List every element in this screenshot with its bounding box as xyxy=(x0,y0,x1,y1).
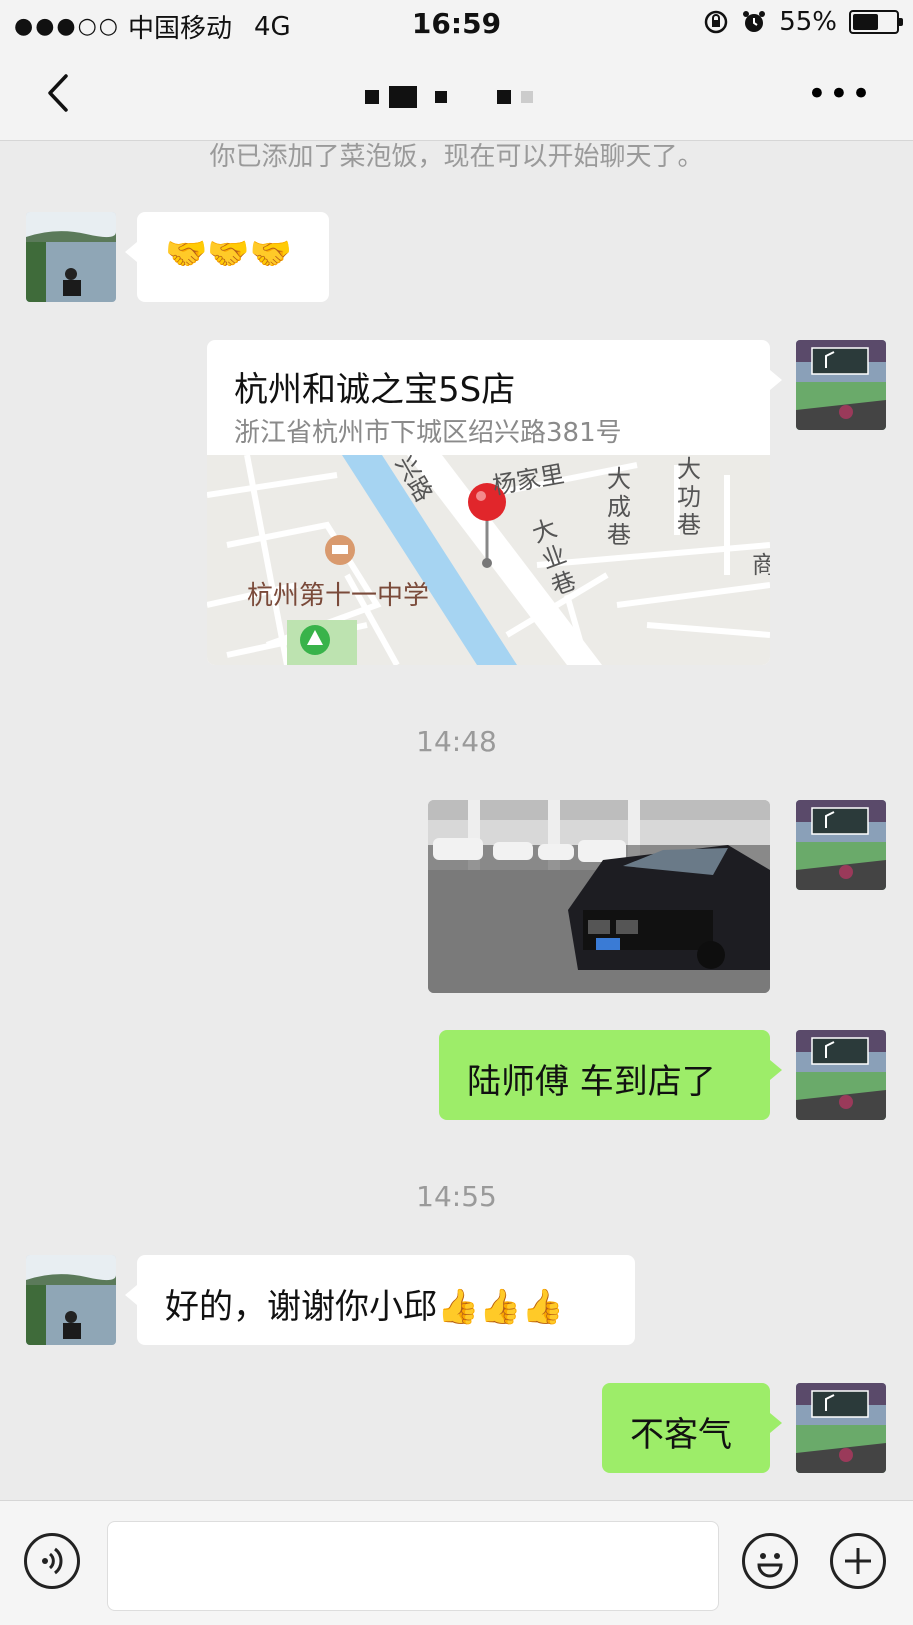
timestamp: 14:48 xyxy=(416,725,497,758)
location-address: 浙江省杭州市下城区绍兴路381号 xyxy=(234,418,622,448)
my-avatar[interactable] xyxy=(796,1383,886,1473)
plus-icon[interactable] xyxy=(830,1533,886,1589)
voice-icon[interactable] xyxy=(24,1533,80,1589)
more-horizontal-icon[interactable]: ••• xyxy=(807,77,873,111)
location-card[interactable]: 杭州和诚之宝5S店 浙江省杭州市下城区绍兴路381号 杭州第十一中学 兴路 杨家… xyxy=(207,340,782,665)
map-label-school: 杭州第十一中学 xyxy=(247,581,430,611)
map-label-lane: 大功巷 xyxy=(677,455,701,539)
map-label-lane: 大成巷 xyxy=(607,465,631,549)
chat-header: ••• xyxy=(0,46,913,141)
input-bar xyxy=(0,1500,913,1625)
emoji-icon[interactable] xyxy=(742,1533,798,1589)
chevron-left-icon[interactable] xyxy=(40,70,80,116)
system-notice: 你已添加了菜泡饭，现在可以开始聊天了。 xyxy=(209,142,704,172)
my-avatar[interactable] xyxy=(796,340,886,430)
image-message-car[interactable] xyxy=(428,800,770,993)
location-map[interactable]: 杭州第十一中学 兴路 杨家里 大成巷 大功巷 大业巷 商 xyxy=(207,455,770,665)
map-label-edge: 商 xyxy=(752,551,770,579)
contact-avatar[interactable] xyxy=(26,1255,116,1345)
message-bubble-incoming[interactable]: 好的，谢谢你小邱👍👍👍 xyxy=(125,1255,635,1345)
status-bar: ●●●○○ 中国移动 4G 16:59 55% xyxy=(0,0,913,46)
battery-icon xyxy=(849,10,903,34)
message-bubble-outgoing[interactable]: 陆师傅 车到店了 xyxy=(439,1030,782,1120)
message-bubble-outgoing[interactable]: 不客气 xyxy=(602,1383,782,1473)
message-bubble-incoming[interactable]: 🤝🤝🤝 xyxy=(125,212,329,302)
location-name: 杭州和诚之宝5S店 xyxy=(234,370,516,410)
contact-name-redacted xyxy=(365,86,533,108)
contact-avatar[interactable] xyxy=(26,212,116,302)
my-avatar[interactable] xyxy=(796,1030,886,1120)
timestamp: 14:55 xyxy=(416,1180,497,1213)
battery-percent: 55% xyxy=(779,7,837,37)
rotation-lock-icon xyxy=(704,10,728,34)
alarm-icon xyxy=(743,11,766,32)
status-right: 55% xyxy=(703,7,903,37)
my-avatar[interactable] xyxy=(796,800,886,890)
message-input[interactable] xyxy=(107,1521,719,1611)
